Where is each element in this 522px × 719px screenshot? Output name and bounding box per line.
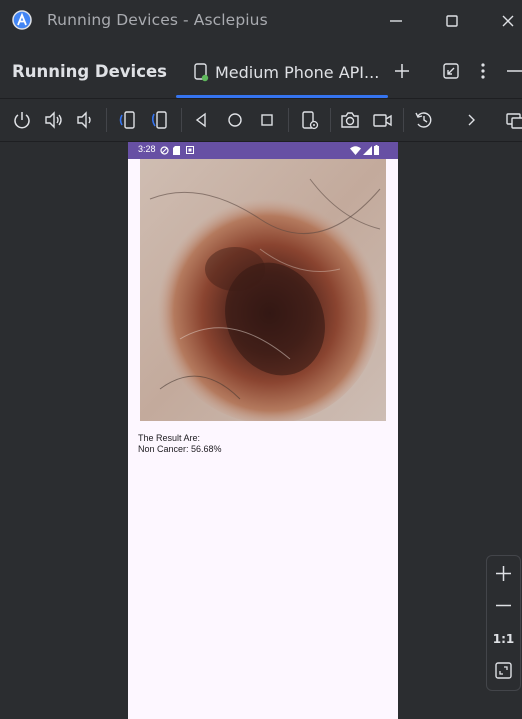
power-icon[interactable] [11, 109, 33, 131]
maximize-icon[interactable] [443, 12, 461, 30]
toolbar-separator [403, 108, 404, 132]
minimize-icon[interactable] [387, 12, 405, 30]
home-icon[interactable] [224, 109, 246, 131]
result-value: Non Cancer: 56.68% [138, 444, 222, 454]
fit-to-screen-icon[interactable] [491, 658, 516, 683]
window-title: Running Devices - Asclepius [47, 11, 268, 29]
rotate-left-icon[interactable] [116, 109, 138, 131]
zoom-in-icon[interactable] [491, 561, 516, 586]
result-heading: The Result Are: [138, 433, 201, 443]
title-bar: Running Devices - Asclepius [0, 0, 522, 42]
device-settings-icon[interactable] [299, 109, 321, 131]
notification-icon [186, 146, 194, 154]
tab-selected-indicator [176, 95, 388, 98]
phone-screen[interactable]: 3:28 The Result Are: Non Cancer: 56.68% [128, 142, 398, 719]
add-tab-icon[interactable] [392, 61, 412, 81]
android-status-bar: 3:28 [128, 142, 398, 159]
toolbar-separator [288, 108, 289, 132]
do-not-disturb-icon [160, 146, 169, 155]
sd-card-icon [173, 146, 180, 155]
battery-icon [374, 145, 379, 155]
skin-lesion-image [140, 159, 386, 421]
device-display-area: 3:28 The Result Are: Non Cancer: 56.68% … [0, 142, 522, 719]
volume-down-icon[interactable] [74, 109, 96, 131]
close-icon[interactable] [499, 12, 517, 30]
overview-icon[interactable] [256, 109, 278, 131]
video-record-icon[interactable] [371, 109, 393, 131]
hide-panel-icon[interactable] [505, 61, 522, 81]
rotate-right-icon[interactable] [149, 109, 171, 131]
device-phone-icon [194, 63, 209, 82]
signal-icon [363, 146, 372, 155]
more-options-icon[interactable] [473, 61, 493, 81]
status-time: 3:28 [138, 144, 156, 154]
minimize-panel-icon[interactable] [441, 61, 461, 81]
device-toolbar [0, 99, 522, 142]
back-icon[interactable] [190, 109, 212, 131]
zoom-controls: 1:1 [486, 555, 521, 691]
tool-window-title: Running Devices [12, 62, 167, 81]
zoom-out-icon[interactable] [491, 593, 516, 618]
camera-icon[interactable] [339, 109, 361, 131]
tab-device[interactable]: Medium Phone API... [176, 42, 388, 98]
toolbar-separator [330, 108, 331, 132]
tool-window-header: Running Devices Medium Phone API... [0, 42, 522, 99]
toolbar-separator [181, 108, 182, 132]
volume-up-icon[interactable] [43, 109, 65, 131]
chevron-right-icon[interactable] [461, 109, 483, 131]
multi-display-icon[interactable] [504, 109, 522, 131]
toolbar-separator [106, 108, 107, 132]
wifi-icon [350, 146, 361, 155]
tab-device-label: Medium Phone API... [215, 63, 380, 82]
actual-size-button[interactable]: 1:1 [487, 632, 520, 646]
snapshot-history-icon[interactable] [413, 109, 435, 131]
android-studio-logo-icon [12, 10, 32, 30]
